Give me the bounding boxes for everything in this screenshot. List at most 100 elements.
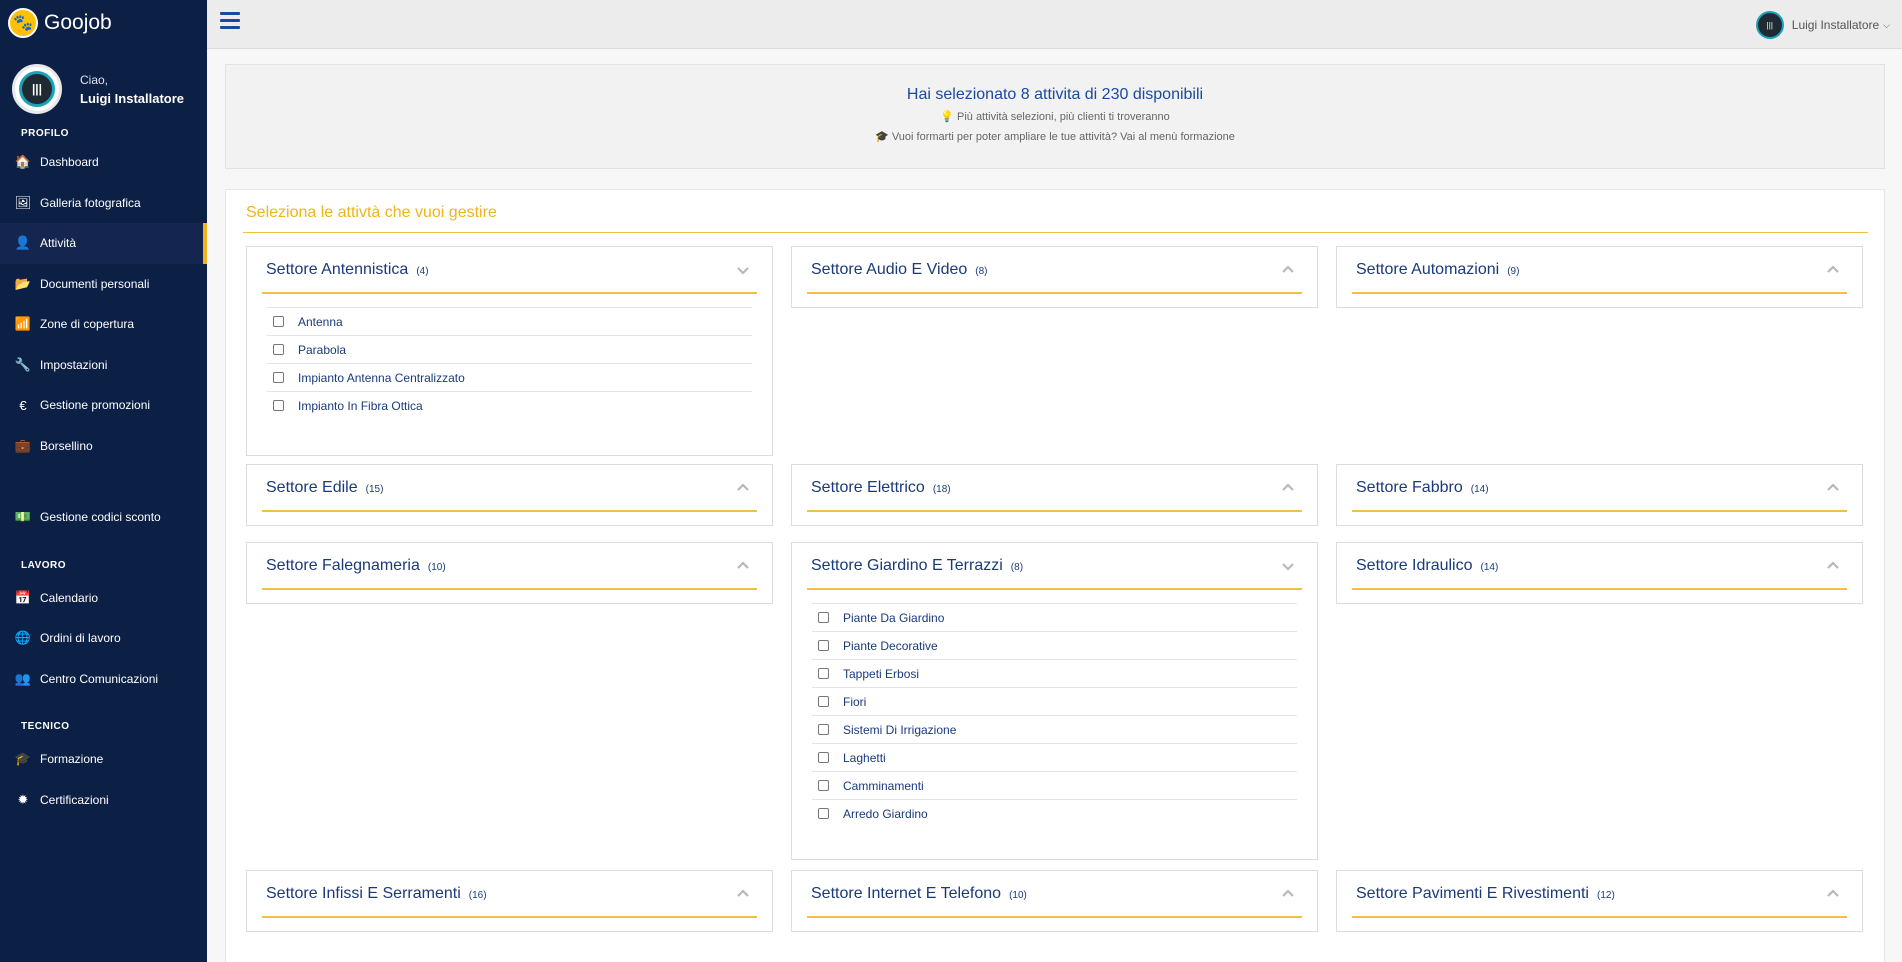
user-name: Luigi Installatore xyxy=(80,90,185,106)
activity-label[interactable]: Impianto In Fibra Ottica xyxy=(298,399,423,413)
activity-row[interactable]: Parabola xyxy=(267,335,752,363)
activity-label[interactable]: Sistemi Di Irrigazione xyxy=(843,723,956,737)
panel-title: Seleziona le attivtà che vuoi gestire xyxy=(246,204,497,221)
sector-header[interactable]: Settore Audio E Video (8) xyxy=(807,247,1302,294)
sector-title: Settore Edile xyxy=(266,478,358,496)
activity-checkbox[interactable] xyxy=(273,344,284,355)
sidebar-item-impostazioni[interactable]: 🔧 Impostazioni xyxy=(0,345,207,386)
activity-checkbox[interactable] xyxy=(273,316,284,327)
activity-label[interactable]: Laghetti xyxy=(843,751,886,765)
activity-label[interactable]: Camminamenti xyxy=(843,779,924,793)
sidebar-item-label: Centro Comunicazioni xyxy=(40,671,159,686)
paw-icon: 🐾 xyxy=(8,8,38,38)
sidebar-item-dashboard[interactable]: 🏠 Dashboard xyxy=(0,142,207,183)
sector-header[interactable]: Settore Giardino E Terrazzi (8) xyxy=(807,543,1302,590)
activity-label[interactable]: Tappeti Erbosi xyxy=(843,667,919,681)
sidebar-item-documenti-personali[interactable]: 📂 Documenti personali xyxy=(0,264,207,305)
sector-header[interactable]: Settore Infissi E Serramenti (16) xyxy=(262,871,757,918)
sector-card: Settore Edile (15) xyxy=(246,464,773,526)
chevron-down-icon[interactable] xyxy=(1282,560,1294,572)
activity-row[interactable]: Laghetti xyxy=(812,743,1297,771)
activity-label[interactable]: Fiori xyxy=(843,695,866,709)
sector-count: (14) xyxy=(1480,561,1499,573)
chevron-down-icon[interactable] xyxy=(737,264,749,276)
activity-checkbox[interactable] xyxy=(818,640,829,651)
brand[interactable]: 🐾 Goojob xyxy=(0,0,207,46)
sidebar-item-gestione-codici-sconto[interactable]: 💵 Gestione codici sconto xyxy=(0,497,207,538)
nav-icon: 🔧 xyxy=(14,356,32,372)
sidebar-item-galleria-fotografica[interactable]: 🖼 Galleria fotografica xyxy=(0,183,207,224)
sector-header[interactable]: Settore Fabbro (14) xyxy=(1352,465,1847,512)
sidebar-item-formazione[interactable]: 🎓 Formazione xyxy=(0,739,207,780)
sidebar-item-ordini-di-lavoro[interactable]: 🌐 Ordini di lavoro xyxy=(0,618,207,659)
chevron-up-icon[interactable] xyxy=(737,560,749,572)
chevron-up-icon[interactable] xyxy=(1282,264,1294,276)
activity-row[interactable]: Arredo Giardino xyxy=(812,799,1297,827)
activity-checkbox[interactable] xyxy=(818,696,829,707)
sidebar-item-zone-di-copertura[interactable]: 📶 Zone di copertura xyxy=(0,304,207,345)
sector-header[interactable]: Settore Antennistica (4) xyxy=(262,247,757,294)
activity-row[interactable]: Tappeti Erbosi xyxy=(812,659,1297,687)
sidebar-item-calendario[interactable]: 📅 Calendario xyxy=(0,578,207,619)
section-title-lavoro: LAVORO xyxy=(21,559,67,571)
chevron-up-icon[interactable] xyxy=(737,888,749,900)
activity-checkbox[interactable] xyxy=(818,808,829,819)
sector-header[interactable]: Settore Automazioni (9) xyxy=(1352,247,1847,294)
activity-label[interactable]: Antenna xyxy=(298,315,343,329)
chevron-up-icon[interactable] xyxy=(1827,888,1839,900)
activity-checkbox[interactable] xyxy=(273,400,284,411)
user-menu[interactable]: ||| Luigi Installatore ⌵ xyxy=(1755,11,1890,39)
activity-row[interactable]: Antenna xyxy=(267,307,752,335)
activity-row[interactable]: Camminamenti xyxy=(812,771,1297,799)
sector-card: Settore Infissi E Serramenti (16) xyxy=(246,870,773,932)
menu-toggle-icon[interactable] xyxy=(220,12,240,30)
activity-label[interactable]: Piante Decorative xyxy=(843,639,938,653)
chevron-up-icon[interactable] xyxy=(1282,888,1294,900)
training-line: 🎓 Vuoi formarti per poter ampliare le tu… xyxy=(226,130,1884,143)
sidebar-item-attivit-[interactable]: 👤 Attività xyxy=(0,223,207,264)
activity-label[interactable]: Parabola xyxy=(298,343,346,357)
sector-card: Settore Giardino E Terrazzi (8) Piante Da … xyxy=(791,542,1318,860)
sector-header[interactable]: Settore Falegnameria (10) xyxy=(262,543,757,590)
sector-header[interactable]: Settore Idraulico (14) xyxy=(1352,543,1847,590)
sector-header[interactable]: Settore Pavimenti E Rivestimenti (12) xyxy=(1352,871,1847,918)
activity-checkbox[interactable] xyxy=(818,668,829,679)
activity-checkbox[interactable] xyxy=(818,612,829,623)
activity-label[interactable]: Impianto Antenna Centralizzato xyxy=(298,371,465,385)
sector-header[interactable]: Settore Edile (15) xyxy=(262,465,757,512)
sidebar-item-label: Calendario xyxy=(40,590,99,605)
sector-card: Settore Falegnameria (10) xyxy=(246,542,773,604)
activity-row[interactable]: Impianto Antenna Centralizzato xyxy=(267,363,752,391)
sector-card: Settore Elettrico (18) xyxy=(791,464,1318,526)
activity-checkbox[interactable] xyxy=(818,752,829,763)
sector-title: Settore Antennistica xyxy=(266,260,409,278)
activity-checkbox[interactable] xyxy=(818,724,829,735)
activity-label[interactable]: Piante Da Giardino xyxy=(843,611,944,625)
sidebar-item-gestione-promozioni[interactable]: € Gestione promozioni xyxy=(0,385,207,426)
sector-title: Settore Internet E Telefono xyxy=(811,884,1002,902)
chevron-up-icon[interactable] xyxy=(1827,560,1839,572)
nav-icon: 🖼 xyxy=(14,194,32,210)
chevron-up-icon[interactable] xyxy=(1282,482,1294,494)
activity-checkbox[interactable] xyxy=(818,780,829,791)
activity-row[interactable]: Fiori xyxy=(812,687,1297,715)
sector-header[interactable]: Settore Internet E Telefono (10) xyxy=(807,871,1302,918)
activity-row[interactable]: Piante Da Giardino xyxy=(812,603,1297,631)
activity-checkbox[interactable] xyxy=(273,372,284,383)
activity-label[interactable]: Arredo Giardino xyxy=(843,807,928,821)
nav-icon: 📶 xyxy=(14,316,32,332)
chevron-up-icon[interactable] xyxy=(1827,264,1839,276)
sidebar-item-label: Dashboard xyxy=(40,155,99,170)
activity-row[interactable]: Sistemi Di Irrigazione xyxy=(812,715,1297,743)
activity-row[interactable]: Piante Decorative xyxy=(812,631,1297,659)
sector-count: (15) xyxy=(365,483,384,495)
sidebar-item-borsellino[interactable]: 💼 Borsellino xyxy=(0,426,207,467)
sector-count: (10) xyxy=(1009,889,1027,901)
sector-header[interactable]: Settore Elettrico (18) xyxy=(807,465,1302,512)
sidebar-item-centro-comunicazioni[interactable]: 👥 Centro Comunicazioni xyxy=(0,659,207,700)
avatar[interactable]: ||| xyxy=(12,64,62,114)
activity-row[interactable]: Impianto In Fibra Ottica xyxy=(267,391,752,419)
chevron-up-icon[interactable] xyxy=(737,482,749,494)
sidebar-item-certificazioni[interactable]: ✹ Certificazioni xyxy=(0,780,207,821)
chevron-up-icon[interactable] xyxy=(1827,482,1839,494)
